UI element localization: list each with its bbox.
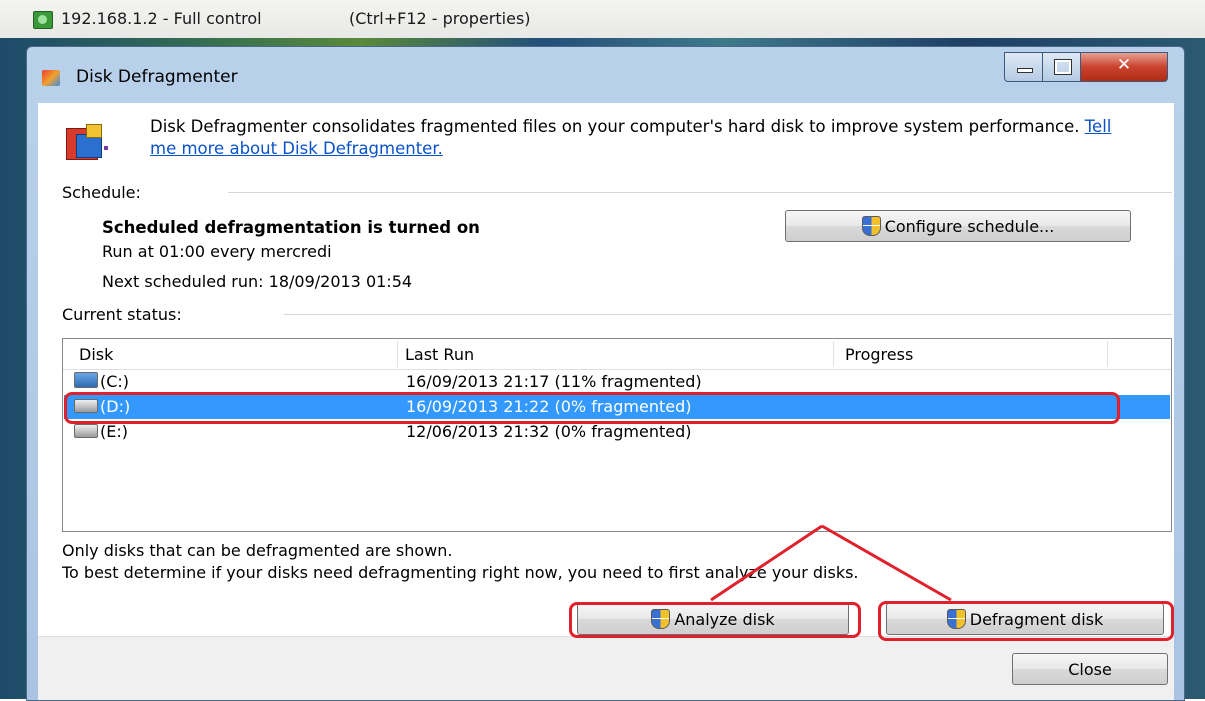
- disk-list-header: Disk Last Run Progress: [63, 339, 1171, 370]
- window-title: Disk Defragmenter: [76, 67, 238, 87]
- column-disk[interactable]: Disk: [73, 339, 113, 369]
- analyze-hint: To best determine if your disks need def…: [62, 563, 859, 582]
- annotation-highlight-defragment: [878, 601, 1174, 641]
- remote-hint: (Ctrl+F12 - properties): [349, 9, 531, 28]
- column-separator[interactable]: [1107, 341, 1108, 367]
- last-run: 16/09/2013 21:17 (11% fragmented): [406, 372, 702, 391]
- annotation-highlight-row: [64, 392, 1120, 424]
- schedule-divider: [228, 192, 1172, 193]
- column-last-run[interactable]: Last Run: [399, 339, 474, 369]
- configure-schedule-button[interactable]: Configure schedule...: [785, 210, 1131, 242]
- last-run: 12/06/2013 21:32 (0% fragmented): [406, 422, 692, 441]
- description-text: Disk Defragmenter consolidates fragmente…: [150, 117, 1080, 136]
- disk-row-c[interactable]: (C:) 16/09/2013 21:17 (11% fragmented): [64, 370, 1170, 394]
- column-separator[interactable]: [833, 341, 834, 367]
- uac-shield-icon: [861, 216, 881, 236]
- footer-bar: [38, 636, 1174, 700]
- defragmenter-icon: [66, 122, 110, 160]
- disk-name: (E:): [100, 422, 128, 441]
- only-defraggable-note: Only disks that can be defragmented are …: [62, 541, 453, 560]
- system-disk-icon: [74, 372, 98, 388]
- disk-name: (C:): [100, 372, 130, 391]
- disk-icon: [74, 424, 98, 438]
- schedule-run-at: Run at 01:00 every mercredi: [102, 242, 332, 261]
- description: Disk Defragmenter consolidates fragmente…: [150, 116, 1140, 160]
- column-progress[interactable]: Progress: [839, 339, 913, 369]
- column-separator[interactable]: [397, 341, 398, 367]
- close-icon: ✕: [1116, 55, 1132, 75]
- disk-list[interactable]: Disk Last Run Progress (C:) 16/09/2013 2…: [62, 338, 1172, 532]
- schedule-label: Schedule:: [62, 183, 141, 202]
- configure-schedule-label: Configure schedule...: [884, 216, 1055, 236]
- current-status-divider: [284, 314, 1172, 315]
- remote-control-titlebar: 192.168.1.2 - Full control (Ctrl+F12 - p…: [0, 0, 1205, 39]
- annotation-highlight-analyze: [569, 602, 861, 638]
- next-scheduled-run: Next scheduled run: 18/09/2013 01:54: [102, 272, 413, 291]
- defragmenter-app-icon: [42, 70, 60, 86]
- remote-control-icon: [33, 11, 53, 29]
- schedule-status: Scheduled defragmentation is turned on: [102, 218, 480, 237]
- close-button-label: Close: [1068, 659, 1112, 679]
- maximize-button[interactable]: [1042, 52, 1082, 82]
- window-close-button[interactable]: ✕: [1080, 52, 1168, 82]
- minimize-button[interactable]: [1004, 52, 1044, 82]
- current-status-label: Current status:: [62, 305, 182, 324]
- remote-title: 192.168.1.2 - Full control: [61, 9, 262, 28]
- close-button[interactable]: Close: [1012, 653, 1168, 685]
